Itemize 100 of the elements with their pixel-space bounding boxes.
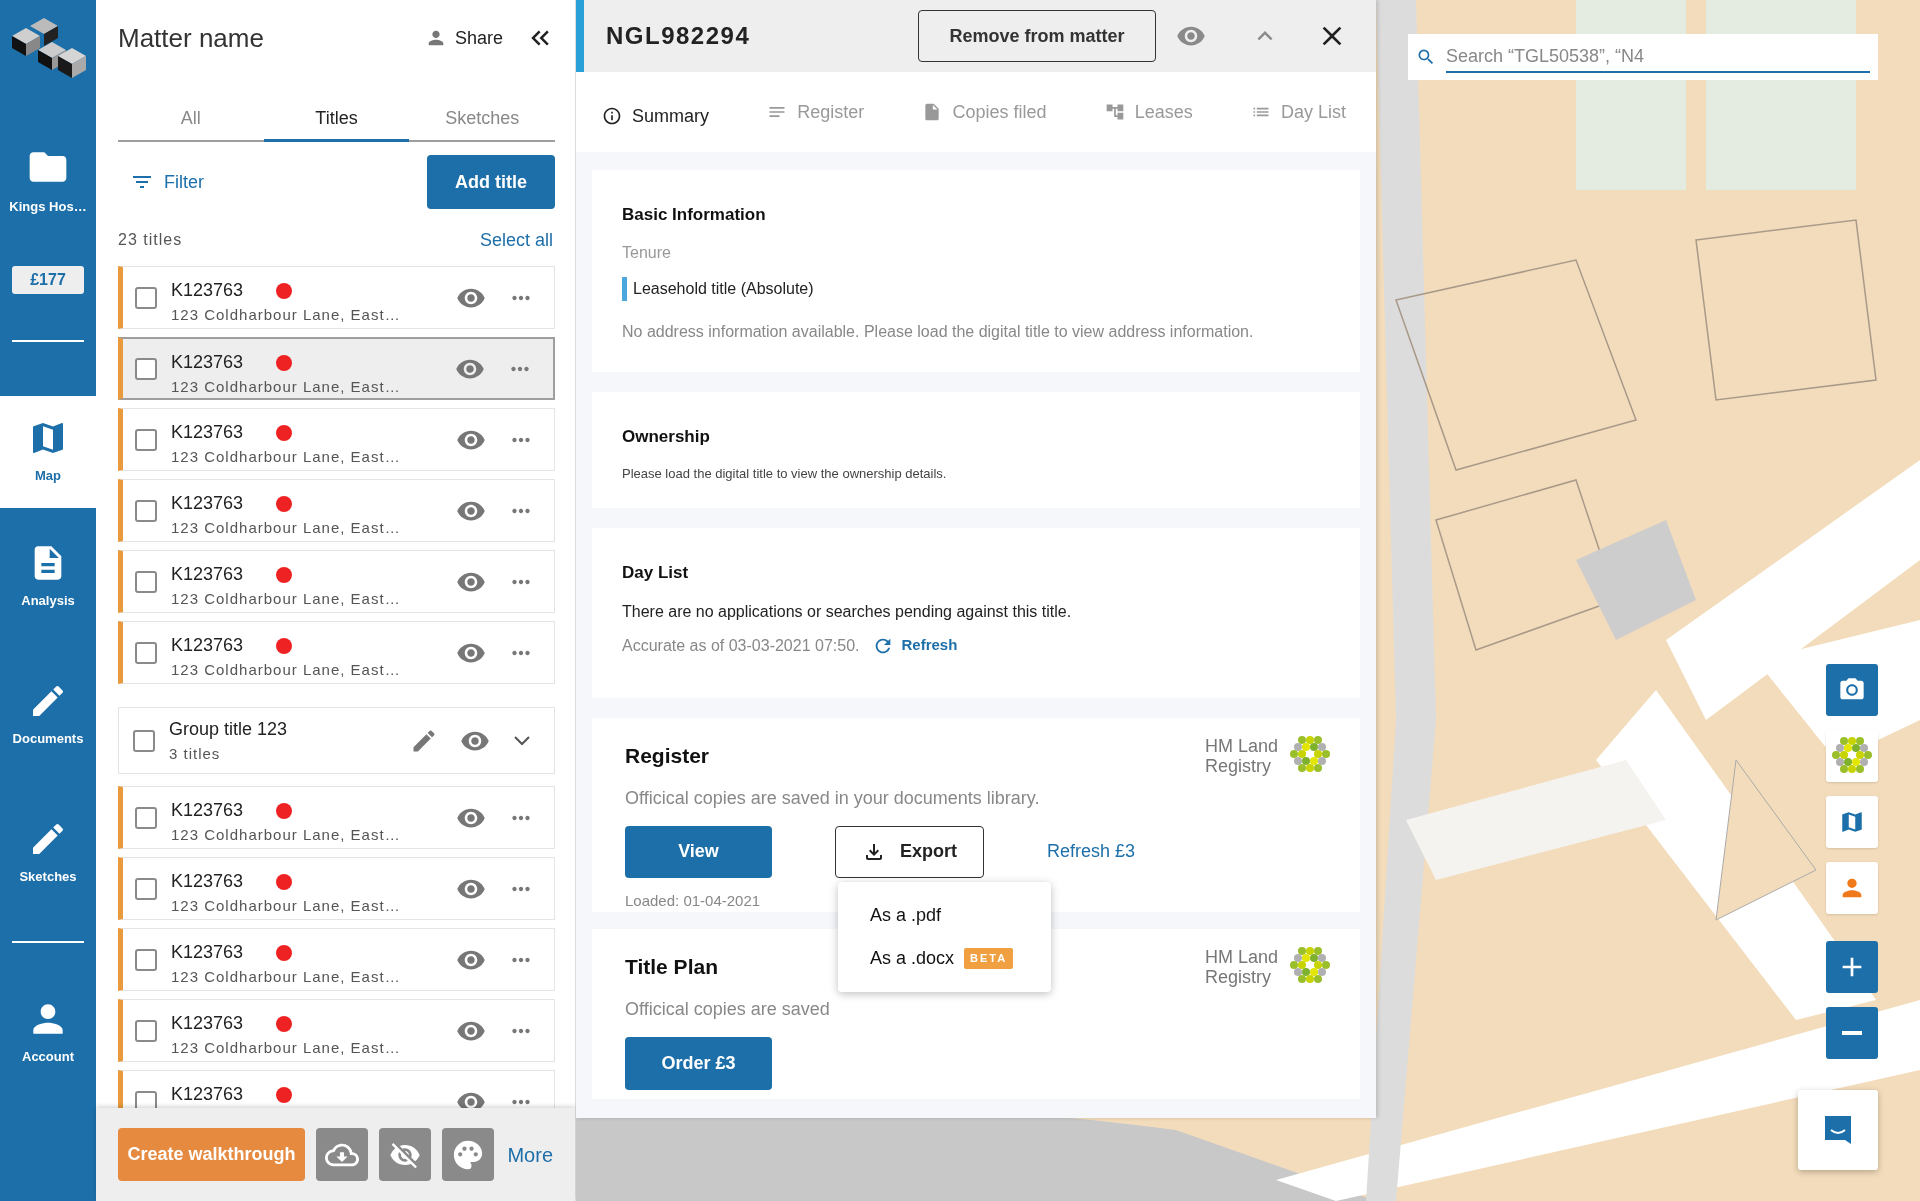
title-address: 123 Coldharbour Lane, East… <box>171 377 402 397</box>
search-field[interactable]: Search “TGL50538”, “N4 <box>1408 34 1878 80</box>
matter-title: Matter name <box>118 21 264 55</box>
title-address: 123 Coldharbour Lane, East… <box>171 967 402 987</box>
export-option[interactable]: As a .pdf <box>870 902 1019 929</box>
info-icon <box>602 106 622 126</box>
tenure-bar <box>622 276 627 301</box>
checkbox[interactable] <box>135 357 157 380</box>
checkbox[interactable] <box>135 948 157 971</box>
title-row[interactable]: K123763 123 Coldharbour Lane, East… <box>118 621 555 684</box>
more-link[interactable]: More <box>507 1139 553 1170</box>
card-heading: Day List <box>622 562 690 584</box>
loaded-date: Loaded: 01-04-2021 <box>625 890 762 911</box>
order-button[interactable]: Order £3 <box>625 1036 772 1090</box>
checkbox[interactable] <box>135 806 157 829</box>
provider-name: HM Land <box>1204 947 1278 967</box>
add-title-button[interactable]: Add title <box>427 155 555 209</box>
title-row[interactable]: K123763 123 Coldharbour Lane, East… <box>118 928 555 991</box>
minus-icon <box>1842 1031 1862 1035</box>
title-number: K123763 <box>171 421 244 444</box>
card-heading: Basic Information <box>622 204 767 226</box>
checkbox[interactable] <box>135 1090 157 1108</box>
checkbox[interactable] <box>133 729 155 752</box>
accuracy-text: Accurate as of 03-03-2021 07:50. <box>622 635 860 656</box>
checkbox[interactable] <box>135 570 157 593</box>
title-row[interactable]: K123763 123 Coldharbour Lane, East… <box>118 266 555 329</box>
title-row[interactable]: K123763 123 Coldharbour Lane, East… <box>118 408 555 471</box>
panel-tab[interactable]: All <box>118 98 264 142</box>
title-row[interactable]: K123763 123 Coldharbour Lane, East… <box>118 550 555 613</box>
nav-item[interactable]: Map <box>0 396 96 508</box>
chevron-down-icon <box>514 735 530 746</box>
tenure-value: Leasehold title (Absolute) <box>633 278 814 299</box>
group-count: 3 titles <box>169 743 222 764</box>
registry-logo-icon <box>1290 947 1330 985</box>
title-row[interactable]: K123763 123 Coldharbour Lane, East… <box>118 479 555 542</box>
view-button[interactable]: View <box>625 825 772 878</box>
export-button[interactable]: Export <box>835 825 984 878</box>
hide-button[interactable] <box>379 1128 432 1181</box>
map-layer-button[interactable] <box>1826 796 1878 848</box>
chat-button[interactable] <box>1798 1090 1878 1170</box>
title-number: K123763 <box>171 351 244 374</box>
checkbox[interactable] <box>135 499 157 522</box>
title-number: K123763 <box>171 279 244 302</box>
panel-tab[interactable]: Sketches <box>409 98 555 142</box>
provider-name: Registry <box>1204 756 1272 776</box>
title-number: K123763 <box>171 870 244 893</box>
expand-toggle[interactable] <box>514 735 530 746</box>
zoom-in-button[interactable] <box>1826 941 1878 993</box>
zoom-out-button[interactable] <box>1826 1007 1878 1059</box>
filter-button[interactable]: Filter <box>118 168 204 196</box>
camera-button[interactable] <box>1826 664 1878 716</box>
title-address: 123 Coldharbour Lane, East… <box>171 447 402 467</box>
tree-icon <box>1104 102 1125 122</box>
detail-tab[interactable]: Copies filed <box>922 98 1047 126</box>
group-row[interactable]: Group title 123 3 titles <box>118 707 555 774</box>
chat-icon <box>1823 1114 1853 1146</box>
title-address: 123 Coldharbour Lane, East… <box>171 660 402 680</box>
nav-item[interactable]: Analysis <box>0 508 96 646</box>
card-heading: Ownership <box>622 426 711 448</box>
nav-item[interactable]: Sketches <box>0 784 96 922</box>
remove-from-matter-button[interactable]: Remove from matter <box>918 10 1156 62</box>
title-number: K123763 <box>171 492 244 515</box>
title-number: K123763 <box>171 634 244 657</box>
title-row[interactable]: K123763 123 Coldharbour Lane, East… <box>118 857 555 920</box>
registry-logo-icon <box>1290 736 1330 774</box>
detail-tab[interactable]: Register <box>767 98 865 126</box>
title-row[interactable]: K123763 <box>118 1070 555 1108</box>
refresh-link[interactable]: Refresh <box>871 634 958 657</box>
title-row[interactable]: K123763 123 Coldharbour Lane, East… <box>118 337 555 400</box>
select-all-link[interactable]: Select all <box>479 226 555 254</box>
panel-tab[interactable]: Titles <box>263 98 410 142</box>
cloud-download-button[interactable] <box>315 1128 369 1181</box>
title-number-heading: NGL982294 <box>606 21 752 51</box>
title-number: K123763 <box>171 563 244 586</box>
registry-layer-button[interactable] <box>1826 730 1878 782</box>
title-row[interactable]: K123763 123 Coldharbour Lane, East… <box>118 786 555 849</box>
nav-item[interactable]: Documents <box>0 646 96 784</box>
checkbox[interactable] <box>135 641 157 664</box>
checkbox[interactable] <box>135 428 157 451</box>
checkbox[interactable] <box>135 286 157 309</box>
detail-tab[interactable]: Day List <box>1250 98 1346 126</box>
checkbox[interactable] <box>135 1019 157 1042</box>
refresh-price-link[interactable]: Refresh £3 <box>1047 838 1136 865</box>
title-number: K123763 <box>171 1012 244 1035</box>
title-row[interactable]: K123763 123 Coldharbour Lane, East… <box>118 999 555 1062</box>
matter-nav-item[interactable]: Kings Hos… <box>0 96 96 236</box>
share-button[interactable]: Share <box>424 24 503 52</box>
street-view-button[interactable] <box>1826 862 1878 914</box>
palette-button[interactable] <box>442 1128 495 1181</box>
title-count: 23 titles <box>118 230 183 250</box>
detail-tab[interactable]: Summary <box>602 102 709 130</box>
checkbox[interactable] <box>135 877 157 900</box>
tenure-label: Tenure <box>622 242 672 263</box>
export-option[interactable]: As a .docx BETA <box>870 945 1019 972</box>
title-number: K123763 <box>171 799 244 822</box>
account-nav-item[interactable]: Account <box>0 962 96 1102</box>
detail-tab[interactable]: Leases <box>1104 98 1193 126</box>
card-heading: Title Plan <box>625 954 719 980</box>
address-note: No address information available. Please load the digital title to view address information. <box>622 321 1255 342</box>
search-icon <box>1416 47 1436 67</box>
